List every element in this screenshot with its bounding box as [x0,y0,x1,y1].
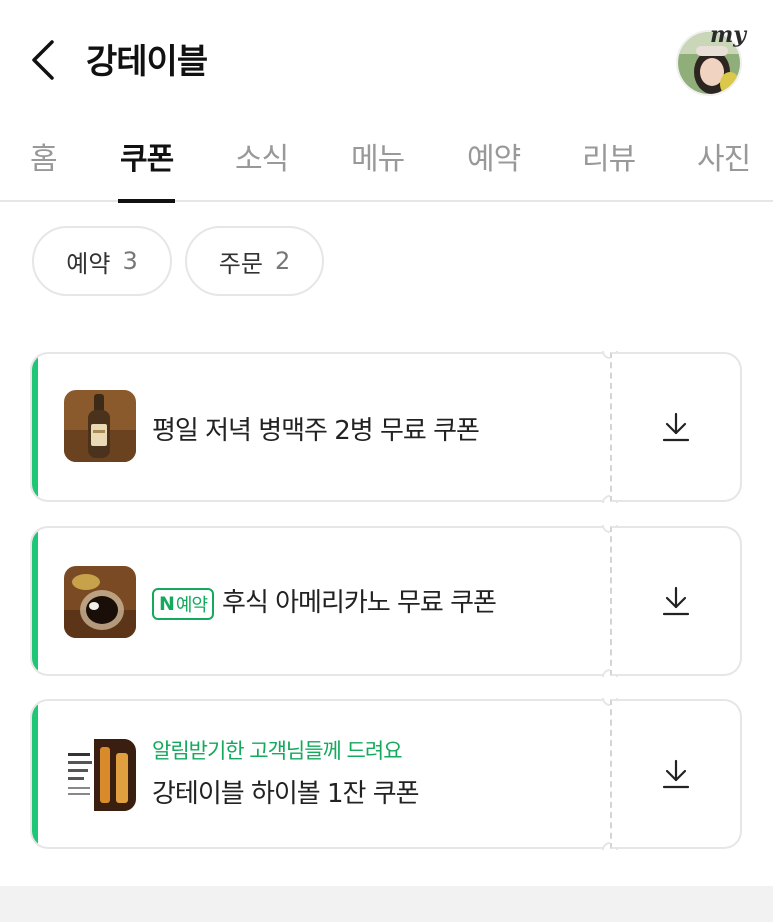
back-chevron-icon[interactable] [28,38,64,82]
badge-label: 예약 [175,594,208,616]
page-title: 강테이블 [86,42,208,82]
coupon-body[interactable]: N 예약 후식 아메리카노 무료 쿠폰 [30,526,610,676]
coupon-body[interactable]: 평일 저녁 병맥주 2병 무료 쿠폰 [30,352,610,502]
coupon-subtitle: 알림받기한 고객님들께 드려요 [152,739,403,763]
chip-count: 2 [274,247,291,275]
download-coupon-button[interactable] [610,526,742,676]
tab-news[interactable]: 소식 [235,134,289,200]
download-icon [662,759,690,789]
filter-chip-reservation[interactable]: 예약 3 [32,226,172,296]
coupon-title: 강테이블 하이볼 1잔 쿠폰 [152,779,420,809]
filter-chip-order[interactable]: 주문 2 [185,226,324,296]
naver-reservation-badge: N 예약 [152,587,215,620]
section-divider [0,886,773,922]
coupon-title-row: N 예약 후식 아메리카노 무료 쿠폰 [152,582,497,620]
tab-reservation[interactable]: 예약 [467,134,521,200]
naver-n-mark: N [159,592,175,615]
tab-photo[interactable]: 사진 [697,134,751,200]
download-coupon-button[interactable] [610,352,742,502]
coupon-title: 후식 아메리카노 무료 쿠폰 [222,588,497,618]
coupon-thumbnail-highball [64,739,136,811]
tab-home[interactable]: 홈 [30,134,58,200]
download-coupon-button[interactable] [610,699,742,849]
coupon-card: 알림받기한 고객님들께 드려요 강테이블 하이볼 1잔 쿠폰 [30,698,742,850]
coupon-title: 평일 저녁 병맥주 2병 무료 쿠폰 [152,416,480,446]
chip-count: 3 [122,247,138,275]
download-icon [662,586,690,616]
tab-coupon[interactable]: 쿠폰 [117,134,176,203]
profile-button[interactable]: my [674,22,746,96]
tab-menu[interactable]: 메뉴 [351,134,405,200]
coupon-thumbnail-beer [64,390,136,462]
download-icon [662,412,690,442]
coupon-card: 평일 저녁 병맥주 2병 무료 쿠폰 [30,351,742,503]
coupon-body[interactable]: 알림받기한 고객님들께 드려요 강테이블 하이볼 1잔 쿠폰 [30,699,610,849]
coupon-card: N 예약 후식 아메리카노 무료 쿠폰 [30,525,742,677]
my-badge: my [710,22,747,48]
header: 강테이블 my [0,0,773,120]
tab-review[interactable]: 리뷰 [582,134,636,200]
chip-label: 주문 [218,249,263,278]
coupon-thumbnail-americano [64,566,136,638]
tab-bar: 홈 쿠폰 소식 메뉴 예약 리뷰 사진 [0,120,773,203]
chip-label: 예약 [66,249,111,278]
